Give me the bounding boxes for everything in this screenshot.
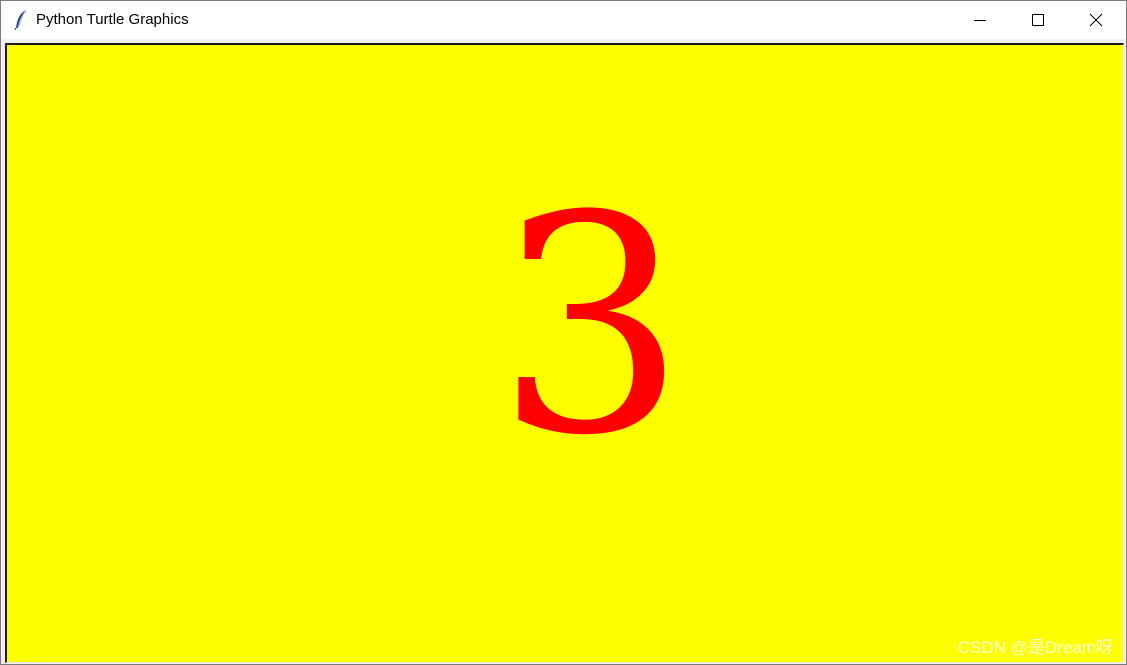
turtle-canvas[interactable]: 3 CSDN @是Dream呀: [5, 43, 1124, 663]
minimize-icon: [974, 20, 986, 21]
watermark: CSDN @是Dream呀: [957, 638, 1113, 657]
minimize-button[interactable]: [951, 1, 1009, 39]
turtle-window: Python Turtle Graphics 3 CSDN @是Dream呀: [0, 0, 1127, 665]
maximize-icon: [1032, 14, 1044, 26]
close-button[interactable]: [1067, 1, 1125, 39]
close-icon: [1089, 13, 1103, 27]
title-bar[interactable]: Python Turtle Graphics: [1, 1, 1126, 39]
window-title: Python Turtle Graphics: [36, 11, 189, 28]
maximize-button[interactable]: [1009, 1, 1067, 39]
countdown-digit: 3: [496, 152, 687, 501]
feather-icon: [13, 9, 29, 31]
canvas-drawing: 3: [496, 152, 687, 501]
